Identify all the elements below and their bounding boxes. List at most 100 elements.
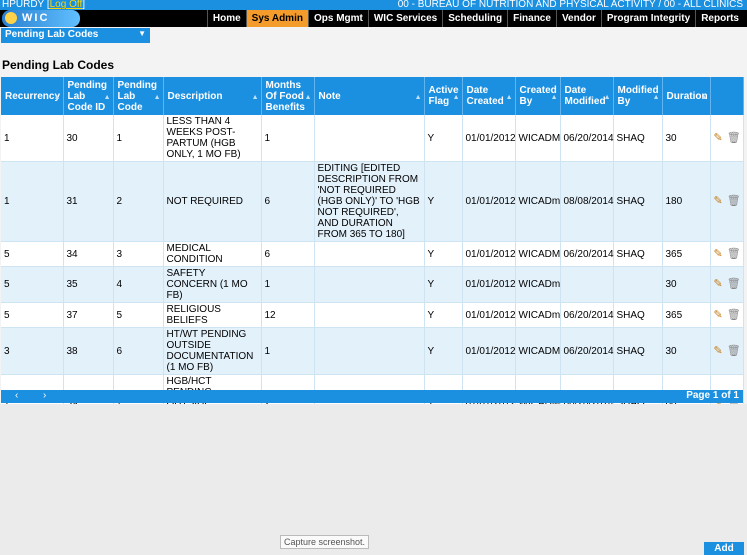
nav-item-scheduling[interactable]: Scheduling bbox=[442, 10, 507, 27]
sort-icon: ▲ bbox=[153, 94, 161, 101]
table-cell bbox=[314, 302, 425, 328]
table-cell: 1 bbox=[113, 115, 164, 162]
table-body: 1 30 1 LESS THAN 4 WEEKS POST-PARTUM (HGB O… bbox=[1, 115, 744, 433]
table-cell: 6 bbox=[261, 241, 315, 267]
table-cell: SHAQ bbox=[613, 241, 663, 267]
table-cell: SHAQ bbox=[613, 115, 663, 162]
column-header-date-created[interactable]: Date Created ▲ bbox=[462, 77, 516, 115]
table-cell bbox=[314, 266, 425, 303]
table-cell: 5 bbox=[1, 241, 64, 267]
trash-icon[interactable]: 🗑 bbox=[727, 279, 741, 290]
table-cell: 08/08/2014 bbox=[560, 161, 614, 242]
column-header-date-modified[interactable]: Date Modified ▲ bbox=[560, 77, 614, 115]
table-cell: 01/01/2012 bbox=[462, 161, 516, 242]
page-title: Pending Lab Codes bbox=[2, 58, 115, 72]
column-header-months-of-food-benefits[interactable]: Months Of Food Benefits ▲ bbox=[261, 77, 315, 115]
table-row[interactable]: 1 30 1 LESS THAN 4 WEEKS POST-PARTUM (HGB O… bbox=[1, 115, 744, 162]
chevron-down-icon: ▼ bbox=[138, 29, 146, 38]
trash-icon[interactable]: 🗑 bbox=[727, 345, 741, 357]
table-cell: 365 bbox=[662, 302, 711, 328]
table-cell: 30 bbox=[662, 327, 711, 375]
row-actions: ✎ 🗑 bbox=[710, 161, 744, 242]
row-actions: ✎ 🗑 bbox=[710, 266, 744, 303]
table-cell: 06/20/2014 bbox=[560, 241, 614, 267]
table-cell: 2 bbox=[113, 161, 164, 242]
user-info: HPURDY [Log Off] bbox=[2, 0, 86, 10]
table-cell: 37 bbox=[63, 302, 114, 328]
nav-item-ops-mgmt[interactable]: Ops Mgmt bbox=[307, 10, 368, 27]
trash-icon[interactable]: 🗑 bbox=[727, 132, 741, 144]
table-cell: 1 bbox=[1, 161, 64, 242]
column-header-note[interactable]: Note ▲ bbox=[314, 77, 425, 115]
column-header-label: Months Of Food Benefits bbox=[265, 79, 305, 113]
column-header-active-flag[interactable]: Active Flag ▲ bbox=[424, 77, 463, 115]
table-cell: 6 bbox=[113, 327, 164, 375]
nav-item-reports[interactable]: Reports bbox=[695, 10, 744, 27]
column-header-duration[interactable]: Duration ▲ bbox=[662, 77, 711, 115]
page-select-dropdown[interactable]: Pending Lab Codes ▼ bbox=[1, 28, 150, 43]
top-bar: HPURDY [Log Off] 00 - BUREAU OF NUTRITIO… bbox=[0, 0, 747, 10]
column-header-pending-lab-code[interactable]: Pending Lab Code ▲ bbox=[113, 77, 164, 115]
table-row[interactable]: 1 31 2 NOT REQUIRED 6 EDITING [EDITED DESCRIP… bbox=[1, 161, 744, 242]
column-header-label: Date Created bbox=[466, 85, 504, 107]
table-cell: Y bbox=[424, 161, 463, 242]
table-row[interactable]: 3 38 6 HT/WT PENDING OUTSIDE DOCUMENTATION … bbox=[1, 327, 744, 375]
nav-item-sys-admin[interactable]: Sys Admin bbox=[245, 10, 308, 27]
add-button[interactable]: Add bbox=[704, 542, 744, 555]
page-indicator: Page 1 of 1 bbox=[686, 390, 739, 401]
table-cell bbox=[314, 241, 425, 267]
nav-item-vendor[interactable]: Vendor bbox=[555, 10, 601, 27]
column-header-label: Date Modified bbox=[564, 85, 606, 107]
table-cell: 06/20/2014 bbox=[560, 302, 614, 328]
empty-content-area bbox=[0, 404, 747, 555]
table-cell: 06/20/2014 bbox=[560, 327, 614, 375]
table-cell: WICADM bbox=[515, 241, 561, 267]
table-cell: 06/20/2014 bbox=[560, 115, 614, 162]
table-cell: WICADM bbox=[515, 327, 561, 375]
trash-icon[interactable]: 🗑 bbox=[727, 196, 741, 207]
table-cell: 30 bbox=[662, 115, 711, 162]
trash-icon[interactable]: 🗑 bbox=[727, 309, 741, 321]
next-page-icon[interactable]: › bbox=[43, 390, 46, 401]
column-header-pending-lab-code-id[interactable]: Pending Lab Code ID ▲ bbox=[63, 77, 114, 115]
column-header-modified-by[interactable]: Modified By ▲ bbox=[613, 77, 663, 115]
sort-icon: ▲ bbox=[452, 94, 460, 101]
column-header-label: Recurrency bbox=[5, 90, 61, 102]
table-cell: Y bbox=[424, 266, 463, 303]
sort-icon: ▲ bbox=[53, 94, 61, 101]
edit-icon[interactable]: ✎ bbox=[714, 248, 723, 260]
edit-icon[interactable]: ✎ bbox=[714, 132, 723, 144]
prev-page-icon[interactable]: ‹ bbox=[15, 390, 18, 401]
sort-icon: ▲ bbox=[414, 94, 422, 101]
table-cell: Y bbox=[424, 241, 463, 267]
table-cell: SHAQ bbox=[613, 327, 663, 375]
edit-icon[interactable]: ✎ bbox=[714, 196, 723, 207]
logout-link[interactable]: Log Off bbox=[50, 0, 83, 10]
nav-item-home[interactable]: Home bbox=[206, 10, 246, 27]
sort-icon: ▲ bbox=[251, 94, 259, 101]
logo-text: WIC bbox=[22, 12, 50, 24]
sort-icon: ▲ bbox=[304, 94, 312, 101]
edit-icon[interactable]: ✎ bbox=[714, 309, 723, 321]
trash-icon[interactable]: 🗑 bbox=[727, 248, 741, 260]
column-header-recurrency[interactable]: Recurrency ▲ bbox=[1, 77, 64, 115]
capture-tooltip: Capture screenshot. bbox=[280, 535, 370, 549]
column-header-description[interactable]: Description ▲ bbox=[163, 77, 262, 115]
table-row[interactable]: 5 35 4 SAFETY CONCERN (1 MO FB) 1 Y 01/01/2012… bbox=[1, 266, 744, 303]
table-cell: Y bbox=[424, 327, 463, 375]
user-name: HPURDY bbox=[2, 0, 45, 10]
table-cell: 01/01/2012 bbox=[462, 115, 516, 162]
table-row[interactable]: 5 34 3 MEDICAL CONDITION 6 Y 01/01/2012 WICADM 0… bbox=[1, 241, 744, 267]
edit-icon[interactable]: ✎ bbox=[714, 345, 723, 357]
table-row[interactable]: 5 37 5 RELIGIOUS BELIEFS 12 Y 01/01/2012 WICADm… bbox=[1, 302, 744, 328]
edit-icon[interactable]: ✎ bbox=[714, 279, 723, 290]
nav-item-wic-services[interactable]: WIC Services bbox=[367, 10, 442, 27]
nav-item-finance[interactable]: Finance bbox=[507, 10, 556, 27]
column-header-created-by[interactable]: Created By ▲ bbox=[515, 77, 561, 115]
column-header-actions bbox=[710, 77, 744, 115]
row-actions: ✎ 🗑 bbox=[710, 302, 744, 328]
nav-item-program-integrity[interactable]: Program Integrity bbox=[600, 10, 695, 27]
table-cell: 1 bbox=[261, 266, 315, 303]
table-cell: 5 bbox=[1, 302, 64, 328]
table-cell: SAFETY CONCERN (1 MO FB) bbox=[163, 266, 262, 303]
